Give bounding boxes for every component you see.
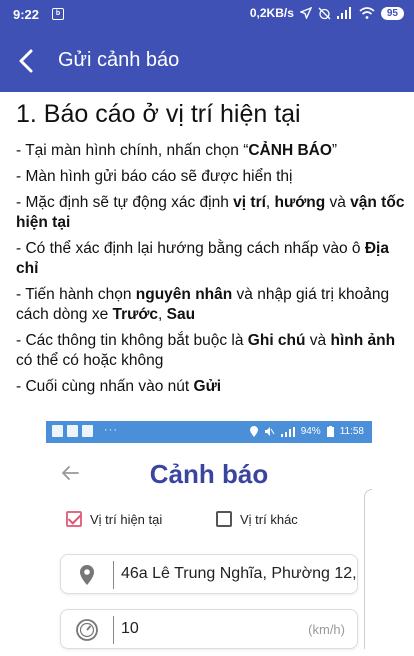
- battery-indicator: 95: [380, 6, 404, 20]
- instruction-item: - Màn hình gửi báo cáo sẽ được hiển thị: [16, 168, 293, 185]
- speed-value: 10: [121, 620, 139, 637]
- instruction-item: - Có thể xác định lại hướng bằng cách nh…: [16, 240, 389, 277]
- instruction-item: - Mặc định sẽ tự động xác định vị trí, h…: [16, 194, 405, 231]
- embedded-status-bar: ··· 94% 11:58: [46, 421, 372, 443]
- instruction-item: - Tiến hành chọn nguyên nhân và nhập giá…: [16, 286, 390, 323]
- mute-icon: [264, 427, 275, 436]
- embedded-time: 11:58: [339, 426, 364, 437]
- signal-icon: [336, 7, 351, 19]
- signal-icon: [280, 426, 295, 437]
- back-arrow-icon[interactable]: [12, 46, 42, 76]
- field-separator: [113, 561, 114, 589]
- embedded-battery: 94%: [300, 426, 321, 437]
- other-location-checkbox[interactable]: [216, 511, 232, 527]
- field-separator: [113, 616, 114, 644]
- speed-unit: (km/h): [308, 622, 345, 637]
- content: 1. Báo cáo ở vị trí hiện tại - Tại màn h…: [16, 100, 406, 403]
- side-panel-edge: [364, 489, 372, 649]
- other-location-option[interactable]: Vị trí khác: [216, 511, 298, 527]
- address-value: 46a Lê Trung Nghĩa, Phường 12,: [121, 565, 357, 582]
- more-dots: ···: [104, 424, 118, 436]
- current-location-checkbox[interactable]: [66, 511, 82, 527]
- map-pin-icon: [80, 565, 94, 585]
- notification-icon: b: [52, 8, 64, 20]
- bookmark-icon: [82, 425, 93, 437]
- address-field[interactable]: 46a Lê Trung Nghĩa, Phường 12,: [60, 554, 358, 594]
- embedded-status-right: 94% 11:58: [249, 426, 364, 437]
- speed-field[interactable]: 10 (km/h): [60, 609, 358, 649]
- app-bar: Gửi cảnh báo: [0, 30, 414, 92]
- status-bar: 9:22 b 0,2KB/s 95: [0, 0, 414, 30]
- status-time: 9:22: [13, 7, 40, 22]
- instruction-list: - Tại màn hình chính, nhấn chọn “CẢNH BÁ…: [16, 141, 406, 397]
- instruction-item: - Các thông tin không bắt buộc là Ghi ch…: [16, 332, 396, 369]
- instruction-item: - Tại màn hình chính, nhấn chọn “CẢNH BÁ…: [16, 142, 338, 159]
- embedded-title: Cảnh báo: [149, 459, 269, 489]
- embedded-notification-icons: [52, 425, 93, 437]
- other-location-label: Vị trí khác: [240, 511, 298, 527]
- location-arrow-icon: [299, 7, 312, 19]
- location-pin-icon: [249, 426, 258, 437]
- network-speed: 0,2KB/s: [249, 6, 294, 20]
- image-icon: [67, 425, 78, 437]
- instruction-item: - Cuối cùng nhấn vào nút Gửi: [16, 378, 222, 395]
- image-icon: [52, 425, 63, 437]
- current-location-option[interactable]: Vị trí hiện tại: [66, 511, 162, 527]
- current-location-label: Vị trí hiện tại: [90, 511, 163, 527]
- section-heading: 1. Báo cáo ở vị trí hiện tại: [16, 100, 301, 128]
- wifi-icon: [359, 7, 375, 19]
- embedded-screenshot: ··· 94% 11:58 Cảnh báo Vị trí hiện tại V…: [46, 421, 372, 656]
- alarm-off-icon: [318, 7, 331, 19]
- battery-icon: [326, 426, 334, 437]
- status-right: 0,2KB/s 95: [250, 6, 404, 20]
- page-title: Gửi cảnh báo: [58, 49, 180, 71]
- speedometer-icon: [76, 619, 98, 641]
